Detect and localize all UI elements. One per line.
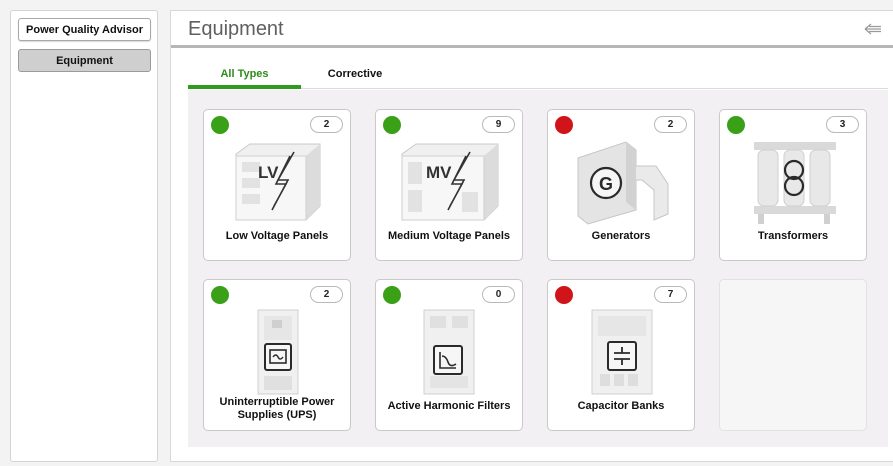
status-indicator — [555, 116, 573, 134]
transformer-icon — [754, 142, 836, 224]
equipment-card-transformers[interactable]: 3 Transformers — [719, 109, 867, 261]
equipment-card-ups[interactable]: 2 Uninterruptible Power Supplies (UPS) — [203, 279, 351, 431]
count-badge: 7 — [654, 286, 687, 303]
equipment-label: Capacitor Banks — [577, 400, 665, 412]
status-indicator — [727, 116, 745, 134]
equipment-card-generators[interactable]: 2 G Generators — [547, 109, 695, 261]
mv-panel-icon: MV — [401, 143, 499, 221]
count-badge: 0 — [482, 286, 515, 303]
equipment-grid: 2 LV Low Voltage Panels 9 MV Medium Volt… — [188, 90, 888, 447]
svg-text:MV: MV — [426, 163, 452, 182]
nav-power-quality-advisor-button[interactable]: Power Quality Advisor — [18, 18, 151, 41]
sidebar: Power Quality Advisor Equipment — [10, 10, 158, 462]
equipment-card-medium-voltage-panels[interactable]: 9 MV Medium Voltage Panels — [375, 109, 523, 261]
equipment-label: Uninterruptible Power Supplies (UPS) — [219, 396, 335, 421]
equipment-card-low-voltage-panels[interactable]: 2 LV Low Voltage Panels — [203, 109, 351, 261]
generator-icon: G — [577, 141, 669, 225]
count-badge: 2 — [310, 116, 343, 133]
equipment-label: Active Harmonic Filters — [387, 400, 511, 412]
equipment-label: Medium Voltage Panels — [387, 230, 511, 242]
nav-equipment-button[interactable]: Equipment — [18, 49, 151, 72]
count-badge: 9 — [482, 116, 515, 133]
status-indicator — [211, 286, 229, 304]
status-indicator — [383, 116, 401, 134]
tab-corrective[interactable]: Corrective — [301, 64, 409, 89]
harmonic-filter-icon — [423, 309, 475, 395]
back-arrow-icon[interactable] — [863, 21, 883, 37]
equipment-label: Generators — [591, 230, 651, 242]
tab-bar: All Types Corrective — [188, 64, 888, 89]
status-indicator — [383, 286, 401, 304]
main-panel: Equipment All Types Corrective 2 LV Low … — [170, 10, 893, 462]
page-title: Equipment — [188, 18, 284, 40]
lv-panel-icon: LV — [235, 143, 321, 221]
svg-text:G: G — [599, 174, 613, 194]
empty-card-slot — [719, 279, 867, 431]
count-badge: 3 — [826, 116, 859, 133]
capacitor-bank-icon — [591, 309, 653, 395]
equipment-label: Transformers — [757, 230, 829, 242]
count-badge: 2 — [310, 286, 343, 303]
equipment-card-capacitor-banks[interactable]: 7 Capacitor Banks — [547, 279, 695, 431]
equipment-label: Low Voltage Panels — [225, 230, 329, 242]
tab-all-types[interactable]: All Types — [188, 64, 301, 89]
count-badge: 2 — [654, 116, 687, 133]
svg-text:LV: LV — [258, 163, 279, 182]
status-indicator — [555, 286, 573, 304]
ups-icon — [257, 309, 299, 395]
equipment-card-active-harmonic-filters[interactable]: 0 Active Harmonic Filters — [375, 279, 523, 431]
page-header: Equipment — [171, 11, 893, 48]
status-indicator — [211, 116, 229, 134]
